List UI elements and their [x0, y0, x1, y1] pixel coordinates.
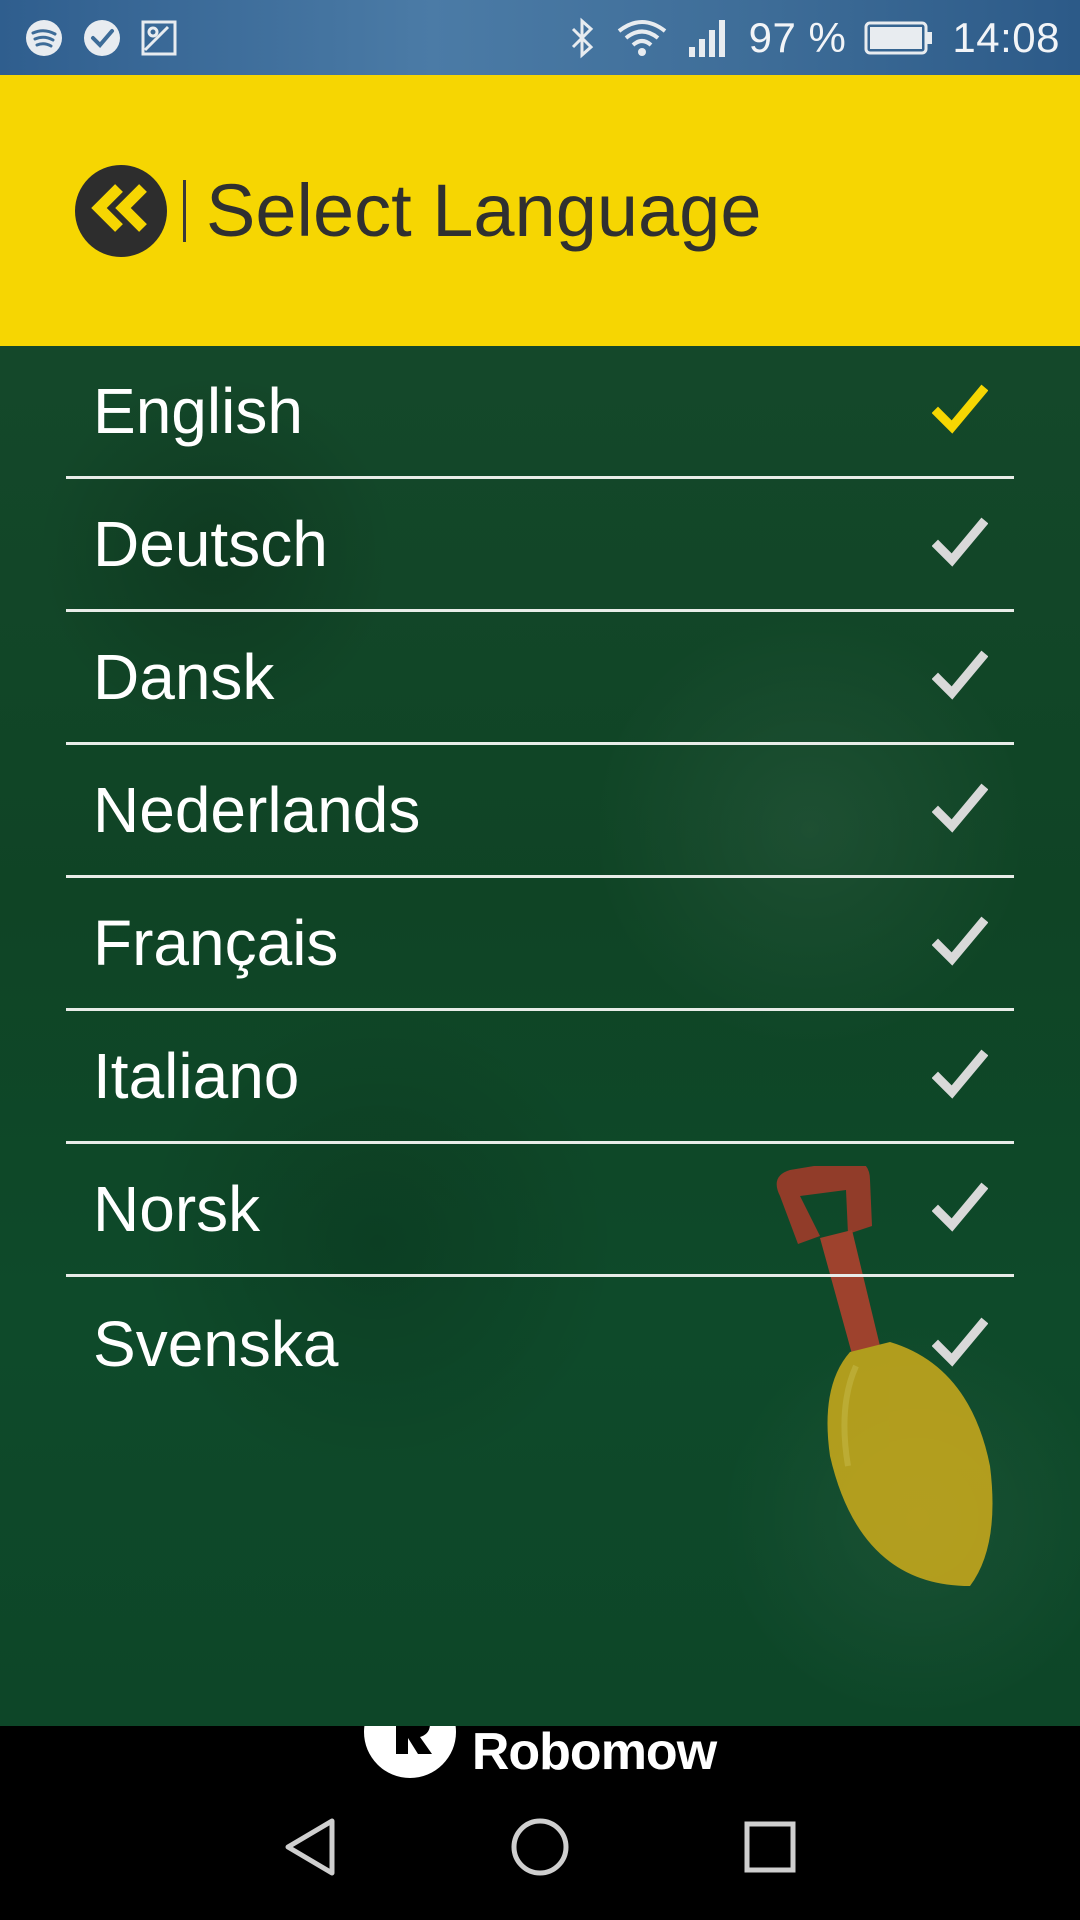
language-item-francais[interactable]: Français	[66, 878, 1014, 1011]
page-title: Select Language	[206, 169, 762, 252]
language-item-english[interactable]: English	[66, 346, 1014, 479]
recents-square-icon	[743, 1820, 797, 1879]
language-item-deutsch[interactable]: Deutsch	[66, 479, 1014, 612]
brand-bar: Robomow	[0, 1726, 1080, 1778]
back-triangle-icon	[282, 1817, 338, 1882]
battery-percentage: 97 %	[748, 13, 847, 61]
brand-name: Robomow	[471, 1726, 717, 1778]
check-icon-selected	[932, 383, 988, 439]
language-label: English	[93, 375, 303, 447]
signal-icon	[687, 17, 731, 59]
language-label: Français	[93, 907, 339, 979]
clock: 14:08	[952, 13, 1060, 61]
check-icon	[932, 516, 988, 572]
language-label: Norsk	[93, 1173, 261, 1245]
check-icon	[932, 649, 988, 705]
language-label: Deutsch	[93, 508, 328, 580]
app-header: Select Language	[0, 75, 1080, 346]
language-item-dansk[interactable]: Dansk	[66, 612, 1014, 745]
language-item-italiano[interactable]: Italiano	[66, 1011, 1014, 1144]
check-icon	[932, 782, 988, 838]
brand-logo-group: Robomow	[363, 1726, 717, 1778]
check-icon	[932, 1181, 988, 1237]
bluetooth-icon	[567, 17, 597, 59]
spotify-icon	[24, 18, 64, 58]
language-screen: English Deutsch Dansk Nederlands Françai…	[0, 346, 1080, 1726]
image-icon	[140, 19, 178, 57]
check-icon	[932, 915, 988, 971]
check-circle-icon	[82, 18, 122, 58]
check-icon	[932, 1316, 988, 1372]
language-item-norsk[interactable]: Norsk	[66, 1144, 1014, 1277]
language-label: Italiano	[93, 1040, 300, 1112]
wifi-icon	[615, 17, 669, 59]
home-circle-icon	[510, 1817, 570, 1882]
nav-back-button[interactable]	[270, 1809, 350, 1889]
battery-icon	[864, 20, 934, 56]
language-list: English Deutsch Dansk Nederlands Françai…	[66, 346, 1014, 1410]
nav-home-button[interactable]	[500, 1809, 580, 1889]
robomow-logo-icon	[363, 1726, 456, 1778]
language-item-nederlands[interactable]: Nederlands	[66, 745, 1014, 878]
language-label: Svenska	[93, 1307, 339, 1380]
language-item-svenska[interactable]: Svenska	[66, 1277, 1014, 1410]
status-bar: 97 % 14:08	[0, 0, 1080, 75]
system-navigation-bar	[0, 1778, 1080, 1920]
double-chevron-left-icon	[89, 182, 153, 239]
header-divider	[183, 179, 186, 242]
check-icon	[932, 1048, 988, 1104]
back-button[interactable]	[75, 164, 167, 257]
language-label: Dansk	[93, 641, 275, 713]
language-label: Nederlands	[93, 774, 421, 846]
nav-recents-button[interactable]	[730, 1809, 810, 1889]
